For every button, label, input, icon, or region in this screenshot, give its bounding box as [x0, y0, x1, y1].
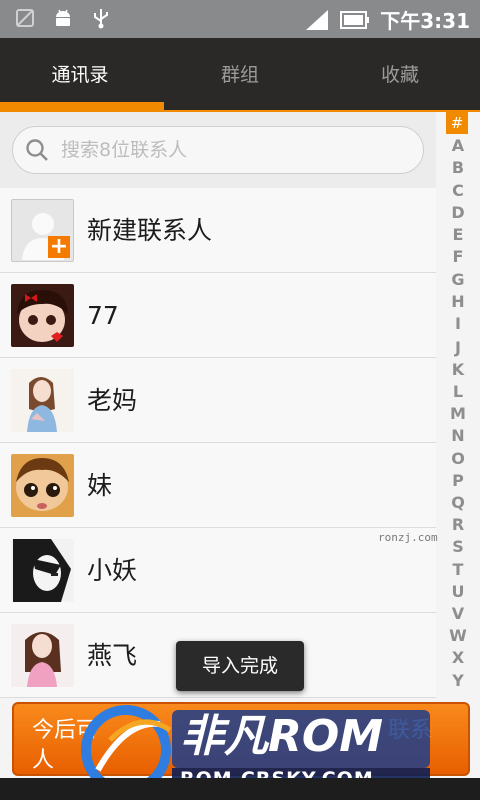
index-letter[interactable]: C: [444, 181, 472, 200]
search-icon: [25, 138, 49, 166]
new-contact-avatar: +: [11, 199, 74, 262]
index-letter[interactable]: V: [444, 604, 472, 623]
contact-avatar-mom: [11, 369, 74, 432]
active-tab-indicator: [0, 102, 164, 110]
contact-name: 小妖: [87, 556, 138, 585]
logo-brand-text: 非凡ROM: [180, 711, 384, 762]
contact-name: 新建联系人: [87, 216, 213, 245]
index-letter[interactable]: T: [444, 560, 472, 579]
contact-name: 77: [87, 301, 119, 330]
no-sim-icon: [14, 7, 36, 29]
contact-row[interactable]: 老妈: [0, 358, 436, 443]
index-letter[interactable]: G: [444, 270, 472, 289]
tab-bar: 通讯录 群组 收藏: [0, 38, 480, 112]
index-letter[interactable]: R: [444, 515, 472, 534]
index-letter[interactable]: X: [444, 648, 472, 667]
signal-icon: [304, 8, 330, 32]
toast-message: 导入完成: [176, 641, 304, 691]
clock: 下午3:31: [380, 9, 470, 33]
index-letter[interactable]: Q: [444, 493, 472, 512]
android-icon: [52, 7, 74, 29]
contact-avatar-sister: [11, 454, 74, 517]
contact-name: 妹: [87, 471, 113, 500]
contact-name: 老妈: [87, 386, 138, 415]
search-area: [0, 112, 436, 189]
index-letter[interactable]: S: [444, 537, 472, 556]
add-icon: +: [48, 234, 70, 259]
index-letter[interactable]: H: [444, 292, 472, 311]
index-letter[interactable]: I: [444, 314, 472, 333]
contact-row[interactable]: 77: [0, 273, 436, 358]
tab-contacts[interactable]: 通讯录: [0, 38, 160, 112]
index-letter[interactable]: O: [444, 449, 472, 468]
index-letter[interactable]: L: [444, 382, 472, 401]
index-letter[interactable]: U: [444, 582, 472, 601]
usb-icon: [90, 7, 112, 29]
tab-groups[interactable]: 群组: [160, 38, 320, 112]
alphabet-index[interactable]: # A B C D E F G H I J K L M N O P Q R S …: [444, 112, 472, 698]
contact-row[interactable]: 妹: [0, 443, 436, 528]
index-letter[interactable]: Y: [444, 671, 472, 690]
battery-icon: [340, 10, 370, 30]
index-letter[interactable]: J: [444, 338, 472, 357]
site-watermark: ronzj.com: [378, 531, 438, 544]
index-letter[interactable]: B: [444, 158, 472, 177]
contact-avatar-xiaoyao: [11, 539, 74, 602]
new-contact-row[interactable]: + 新建联系人: [0, 188, 436, 273]
index-letter[interactable]: D: [444, 203, 472, 222]
index-letter[interactable]: W: [444, 626, 472, 645]
index-letter[interactable]: M: [444, 404, 472, 423]
search-input[interactable]: [59, 135, 403, 165]
index-letter[interactable]: A: [444, 136, 472, 155]
index-letter[interactable]: #: [446, 112, 468, 134]
index-letter[interactable]: E: [444, 225, 472, 244]
index-letter[interactable]: K: [444, 360, 472, 379]
search-box[interactable]: [12, 126, 424, 174]
contact-list: + 新建联系人 77 老妈 妹 小妖 燕飞: [0, 188, 436, 698]
status-bar: 下午3:31: [0, 0, 480, 38]
contact-row[interactable]: 小妖: [0, 528, 436, 613]
contact-name: 燕飞: [87, 641, 138, 670]
contact-avatar-77: [11, 284, 74, 347]
index-letter[interactable]: N: [444, 426, 472, 445]
contact-avatar-yanfei: [11, 624, 74, 687]
index-letter[interactable]: P: [444, 471, 472, 490]
index-letter[interactable]: F: [444, 247, 472, 266]
bottom-bar: [0, 778, 480, 800]
tab-favorites[interactable]: 收藏: [320, 38, 480, 112]
banner-text-line2: 人: [32, 748, 55, 773]
